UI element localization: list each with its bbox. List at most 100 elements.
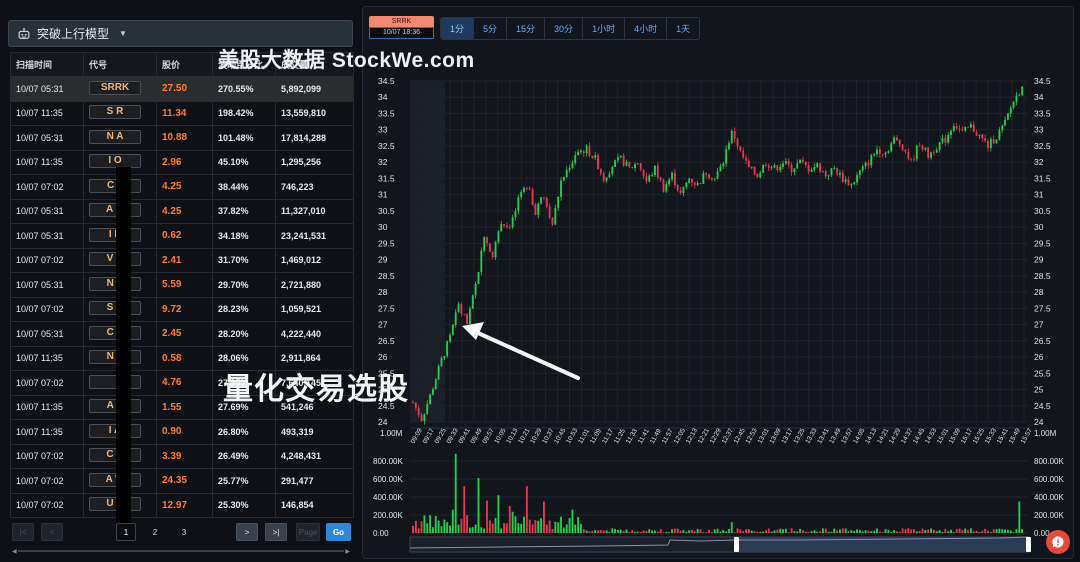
timeframe-button[interactable]: 5分 [474, 18, 508, 39]
change-percent-cell: 45.10% [212, 149, 276, 175]
page-number[interactable]: 2 [145, 523, 165, 541]
change-percent-cell: 34.18% [212, 223, 276, 249]
ticker-code[interactable]: U D [89, 497, 141, 512]
price-cell: 2.41 [156, 247, 213, 273]
scanner-panel: 突破上行模型 ▼ 扫描时间 代号 股价 波动百分比 成交量 10/07 05:3… [8, 20, 354, 555]
volume-cell: 4,222,440 [275, 321, 354, 347]
timeframe-button[interactable]: 30分 [545, 18, 584, 39]
last-page-button[interactable]: >| [265, 523, 287, 541]
volume-cell: 5,892,099 [275, 76, 354, 102]
scrollbar-track[interactable] [18, 550, 344, 552]
ticker-code[interactable]: N E [89, 276, 141, 291]
ticker-code[interactable] [89, 374, 141, 389]
scroll-left-icon[interactable]: ◀ [12, 548, 17, 555]
price-cell: 3.39 [156, 443, 213, 469]
model-dropdown[interactable]: 突破上行模型 ▼ [8, 20, 353, 47]
column-header[interactable]: 扫描时间 [10, 52, 84, 77]
scan-time-cell: 10/07 07:02 [10, 468, 84, 494]
horizontal-scrollbar[interactable]: ◀ ▶ [12, 548, 350, 555]
table-row[interactable]: 10/07 07:02 V H 2.41 31.70% 1,469,012 [10, 247, 354, 273]
table-row[interactable]: 10/07 11:35 I O 2.96 45.10% 1,295,256 [10, 149, 354, 175]
change-percent-cell: 25.30% [212, 492, 276, 518]
timeframe-button[interactable]: 4小时 [625, 18, 668, 39]
page-number-current[interactable]: 1 [116, 523, 136, 541]
scan-time-cell: 10/07 07:02 [10, 492, 84, 518]
scan-time-cell: 10/07 07:02 [10, 174, 84, 200]
ticker-code[interactable]: I A [89, 423, 141, 438]
chat-button[interactable] [1046, 530, 1070, 554]
prev-page-button[interactable]: < [41, 523, 63, 541]
pagination: |< < 1 2 3 > >| Page Go [12, 523, 352, 543]
scan-time-cell: 10/07 05:31 [10, 198, 84, 224]
ticker-code[interactable]: C T [89, 178, 141, 193]
table-row[interactable]: 10/07 05:31 C V 2.45 28.20% 4,222,440 [10, 321, 354, 347]
table-row[interactable]: 10/07 11:35 I A 0.90 26.80% 493,319 [10, 419, 354, 445]
ticker-cell: S R [83, 100, 157, 126]
ticker-code[interactable]: V H [89, 252, 141, 267]
timeframe-button[interactable]: 1天 [667, 18, 700, 39]
table-row[interactable]: 10/07 05:31 N A 10.88 101.48% 17,814,288 [10, 125, 354, 151]
ticker-code[interactable]: A W [89, 472, 141, 487]
table-row[interactable]: 10/07 07:02 A W 24.35 25.77% 291,477 [10, 468, 354, 494]
column-header[interactable]: 代号 [83, 52, 157, 77]
table-row[interactable]: 10/07 05:31 I E 0.62 34.18% 23,241,531 [10, 223, 354, 249]
price-cell: 4.25 [156, 174, 213, 200]
price-cell: 0.90 [156, 419, 213, 445]
volume-cell: 2,721,880 [275, 272, 354, 298]
volume-cell: 17,814,288 [275, 125, 354, 151]
scan-time-cell: 10/07 11:35 [10, 419, 84, 445]
change-percent-cell: 26.49% [212, 443, 276, 469]
next-page-button[interactable]: > [236, 523, 258, 541]
change-percent-cell: 26.80% [212, 419, 276, 445]
volume-cell: 11,327,010 [275, 198, 354, 224]
table-row[interactable]: 10/07 05:31 N E 5.59 29.70% 2,721,880 [10, 272, 354, 298]
change-percent-cell: 28.20% [212, 321, 276, 347]
price-cell: 1.55 [156, 394, 213, 420]
table-row[interactable]: 10/07 07:02 C C 3.39 26.49% 4,248,431 [10, 443, 354, 469]
ticker-code[interactable]: C V [89, 325, 141, 340]
scan-time-cell: 10/07 05:31 [10, 125, 84, 151]
timeframe-button[interactable]: 1分 [441, 18, 475, 39]
ticker-code[interactable]: SRRK [89, 80, 141, 95]
annotation-text: 量化交易选股 [223, 373, 409, 406]
change-percent-cell: 28.23% [212, 296, 276, 322]
ticker-code[interactable]: I O [89, 154, 141, 169]
scan-time-cell: 10/07 11:35 [10, 149, 84, 175]
ticker-cell: N A [83, 125, 157, 151]
price-cell: 24.35 [156, 468, 213, 494]
page-number[interactable]: 3 [174, 523, 194, 541]
change-percent-cell: 29.70% [212, 272, 276, 298]
table-row[interactable]: 10/07 07:02 C T 4.25 38.44% 746,223 [10, 174, 354, 200]
change-percent-cell: 38.44% [212, 174, 276, 200]
ticker-code[interactable]: S K [89, 301, 141, 316]
table-row[interactable]: 10/07 05:31 SRRK 27.50 270.55% 5,892,099 [10, 76, 354, 102]
table-row[interactable]: 10/07 11:35 S R 11.34 198.42% 13,559,810 [10, 100, 354, 126]
timeframe-button[interactable]: 1小时 [583, 18, 626, 39]
scan-time-cell: 10/07 07:02 [10, 296, 84, 322]
ticker-code[interactable]: A M [89, 203, 141, 218]
page-input[interactable]: Page [296, 523, 320, 541]
price-cell: 4.76 [156, 370, 213, 396]
scroll-right-icon[interactable]: ▶ [345, 548, 350, 555]
volume-cell: 493,319 [275, 419, 354, 445]
first-page-button[interactable]: |< [12, 523, 34, 541]
go-button[interactable]: Go [326, 523, 351, 541]
table-row[interactable]: 10/07 07:02 S K 9.72 28.23% 1,059,521 [10, 296, 354, 322]
volume-cell: 23,241,531 [275, 223, 354, 249]
ticker-code[interactable]: N A [89, 350, 141, 365]
price-cell: 0.58 [156, 345, 213, 371]
scan-time-cell: 10/07 05:31 [10, 272, 84, 298]
timeframe-button[interactable]: 15分 [507, 18, 546, 39]
ticker-code[interactable]: I E [89, 227, 141, 242]
table-row[interactable]: 10/07 05:31 A M 4.25 37.82% 11,327,010 [10, 198, 354, 224]
column-header[interactable]: 股价 [156, 52, 213, 77]
scan-time-cell: 10/07 05:31 [10, 76, 84, 102]
redaction-bar [116, 167, 131, 537]
ticker-code[interactable]: S R [89, 105, 141, 120]
ticker-code[interactable]: N A [89, 129, 141, 144]
ticker-code[interactable]: A N [89, 399, 141, 414]
ticker-code[interactable]: C C [89, 448, 141, 463]
table-row[interactable]: 10/07 07:02 U D 12.97 25.30% 146,854 [10, 492, 354, 518]
price-cell: 4.25 [156, 198, 213, 224]
scan-time-cell: 10/07 07:02 [10, 443, 84, 469]
